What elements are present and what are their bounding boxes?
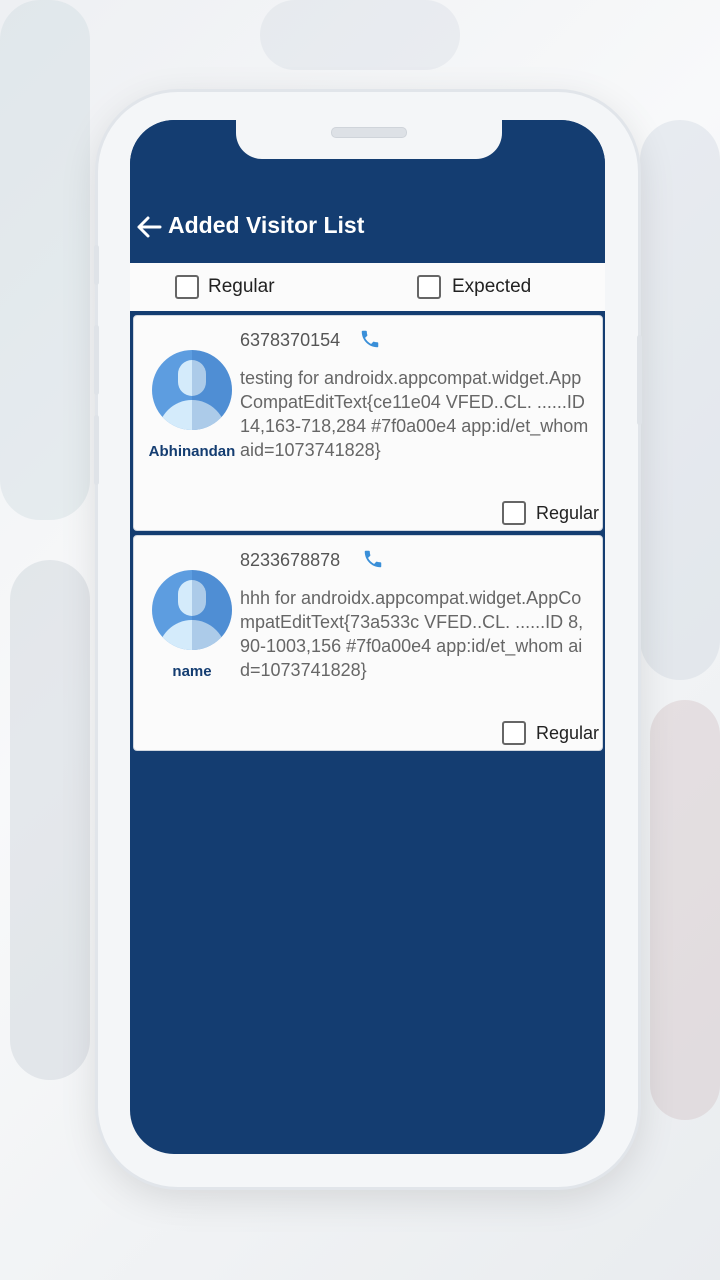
- background-figure: [0, 0, 90, 520]
- background-figure: [260, 0, 460, 70]
- visitor-card[interactable]: name 8233678878 hhh for androidx.appcomp…: [133, 535, 603, 751]
- back-arrow-icon[interactable]: [136, 214, 162, 240]
- app-screen: Added Visitor List Regular Expected Abhi…: [130, 120, 605, 1154]
- page-title: Added Visitor List: [168, 212, 365, 238]
- visitor-description: testing for androidx.appcompat.widget.Ap…: [240, 368, 589, 460]
- visitor-phone: 8233678878: [240, 550, 341, 570]
- visitor-phone: 6378370154: [240, 330, 341, 350]
- visitor-regular-checkbox[interactable]: [502, 721, 526, 745]
- phone-call-icon[interactable]: [362, 548, 384, 570]
- regular-filter-checkbox[interactable]: [175, 275, 199, 299]
- avatar: [152, 350, 232, 430]
- expected-filter-checkbox[interactable]: [417, 275, 441, 299]
- background-figure: [640, 120, 720, 680]
- phone-call-icon[interactable]: [359, 328, 381, 350]
- phone-notch: [236, 118, 502, 159]
- visitor-name: Abhinandan: [148, 443, 236, 460]
- avatar: [152, 570, 232, 650]
- filter-bar: Regular Expected: [130, 263, 605, 311]
- visitor-regular-label: Regular: [536, 723, 600, 743]
- visitor-regular-label: Regular: [536, 503, 600, 523]
- regular-filter-label: Regular: [208, 276, 275, 297]
- background-figure: [650, 700, 720, 1120]
- phone-speaker: [331, 127, 407, 138]
- visitor-name: name: [172, 663, 212, 680]
- phone-side-button: [94, 245, 99, 285]
- visitor-card[interactable]: Abhinandan 6378370154 testing for androi…: [133, 315, 603, 531]
- background-figure: [10, 560, 90, 1080]
- phone-side-button: [637, 335, 642, 425]
- expected-filter-label: Expected: [452, 276, 532, 297]
- phone-side-button: [94, 325, 99, 395]
- visitor-regular-checkbox[interactable]: [502, 501, 526, 525]
- phone-side-button: [94, 415, 99, 485]
- visitor-description: hhh for androidx.appcompat.widget.AppCom…: [240, 588, 584, 680]
